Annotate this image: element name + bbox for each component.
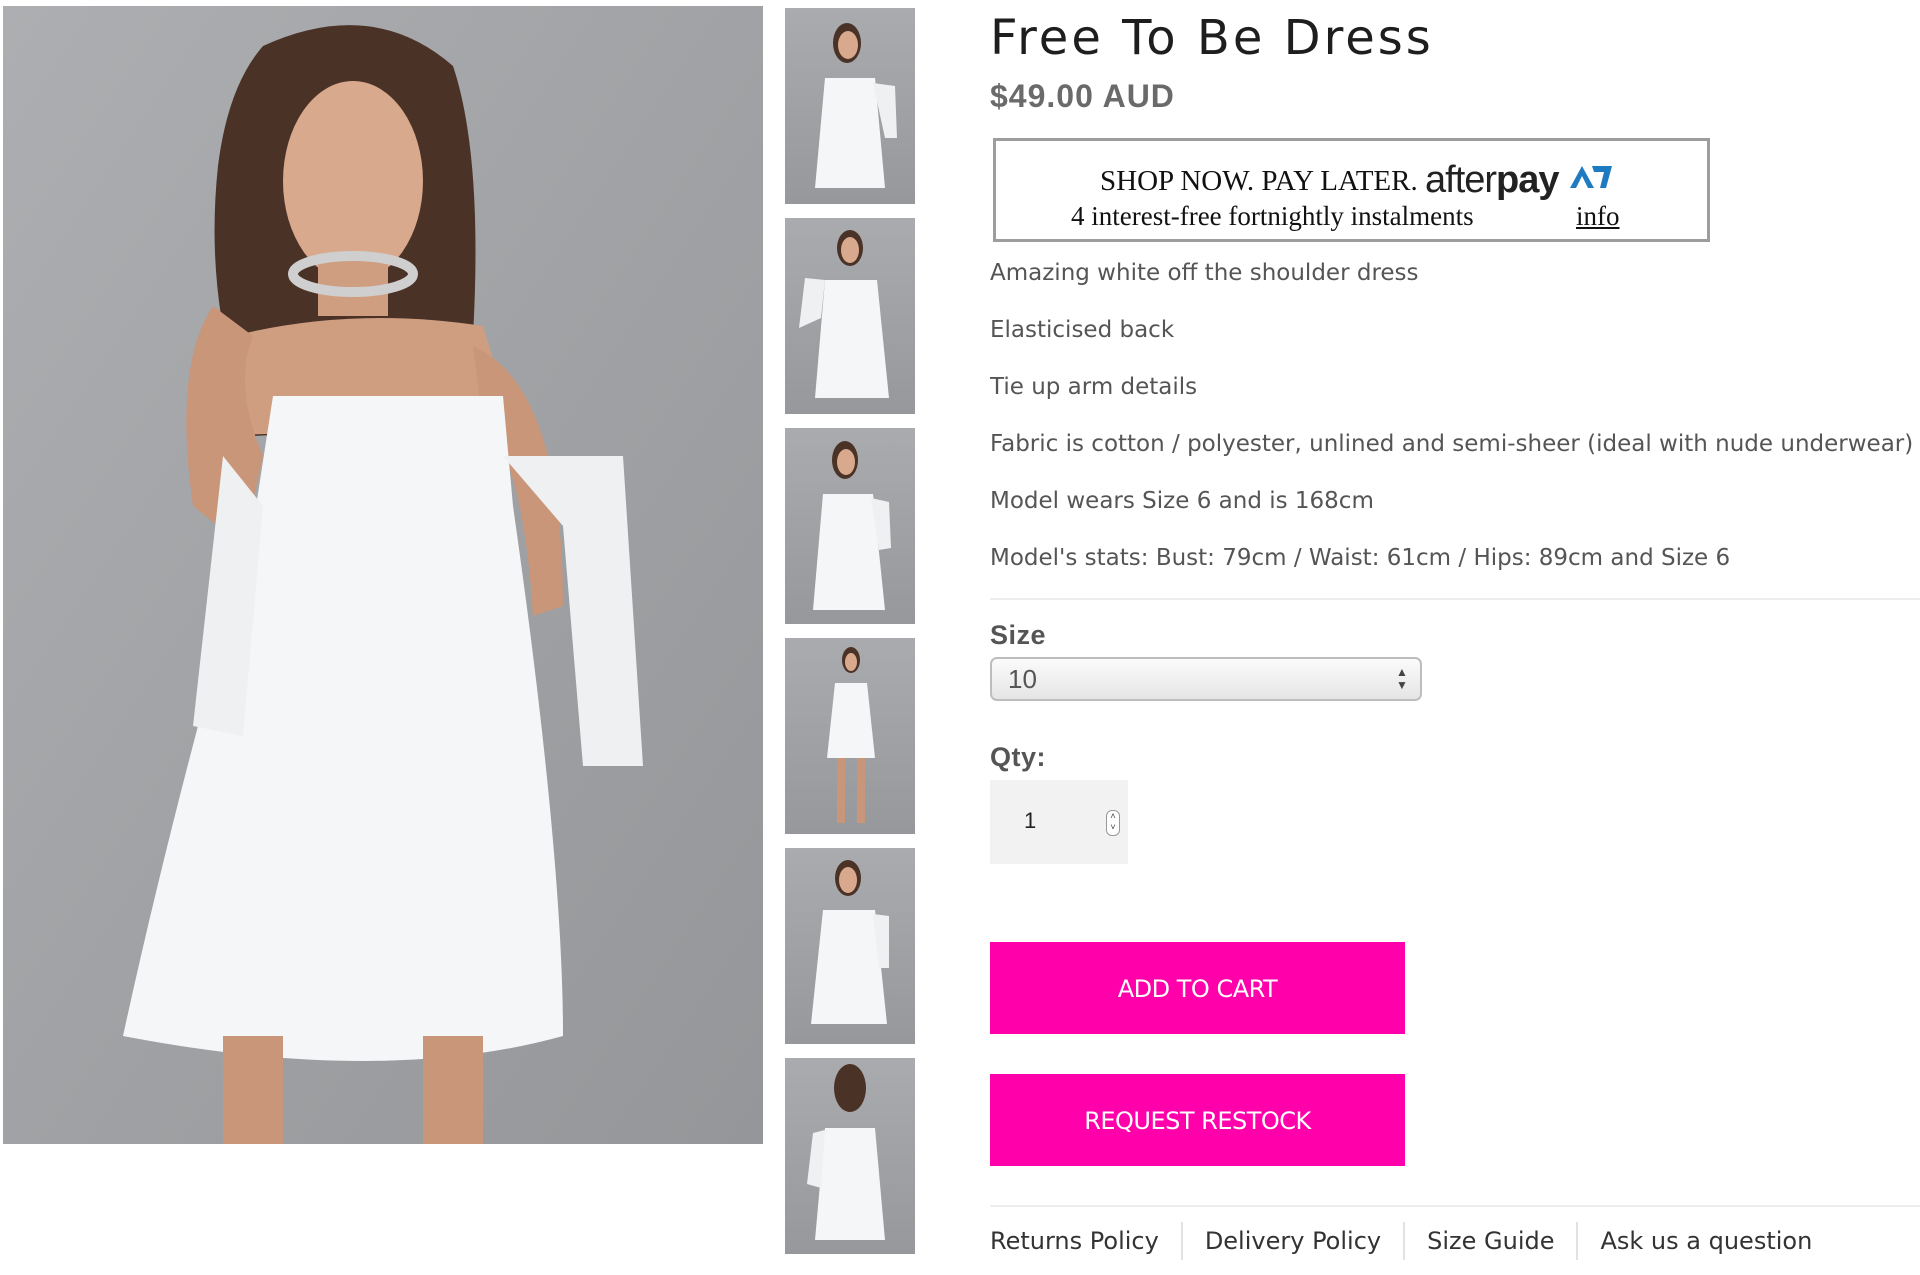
size-label: Size bbox=[990, 620, 1047, 650]
thumbnail-image bbox=[807, 1064, 885, 1240]
thumbnail-image bbox=[827, 647, 875, 823]
afterpay-mark-icon bbox=[1568, 162, 1614, 198]
afterpay-headline-row: SHOP NOW. PAY LATER. afterpay bbox=[1100, 157, 1614, 201]
thumbnail-image bbox=[811, 860, 889, 1024]
divider bbox=[990, 1205, 1920, 1207]
divider bbox=[990, 598, 1920, 600]
description-line: Amazing white off the shoulder dress bbox=[990, 260, 1419, 286]
request-restock-button[interactable]: REQUEST RESTOCK bbox=[990, 1074, 1405, 1166]
description-line: Fabric is cotton / polyester, unlined an… bbox=[990, 431, 1914, 457]
ask-question-link[interactable]: Ask us a question bbox=[1576, 1222, 1834, 1260]
qty-value: 1 bbox=[1024, 808, 1037, 833]
size-select[interactable]: 10 ▲ ▼ bbox=[990, 657, 1422, 701]
main-product-image[interactable] bbox=[3, 6, 763, 1144]
description-line: Model wears Size 6 and is 168cm bbox=[990, 488, 1374, 514]
add-to-cart-button[interactable]: ADD TO CART bbox=[990, 942, 1405, 1034]
thumbnail-3[interactable] bbox=[785, 428, 915, 624]
afterpay-logo: afterpay bbox=[1425, 159, 1560, 201]
model-illustration bbox=[3, 6, 763, 1144]
delivery-policy-link[interactable]: Delivery Policy bbox=[1180, 1222, 1403, 1260]
afterpay-info-link[interactable]: info bbox=[1576, 201, 1620, 232]
thumbnail-image bbox=[799, 230, 889, 398]
afterpay-banner: SHOP NOW. PAY LATER. afterpay 4 interest… bbox=[993, 138, 1710, 242]
thumbnail-image bbox=[815, 23, 897, 188]
description-line: Tie up arm details bbox=[990, 374, 1198, 400]
product-title: Free To Be Dress bbox=[990, 10, 1434, 66]
qty-label: Qty: bbox=[990, 742, 1046, 772]
thumbnail-1[interactable] bbox=[785, 8, 915, 204]
product-description: Amazing white off the shoulder dress Ela… bbox=[990, 258, 1913, 600]
returns-policy-link[interactable]: Returns Policy bbox=[990, 1222, 1181, 1260]
thumbnail-image bbox=[813, 441, 891, 610]
size-guide-link[interactable]: Size Guide bbox=[1403, 1222, 1576, 1260]
qty-stepper-icon[interactable]: ˄ ˅ bbox=[1106, 810, 1120, 836]
thumbnail-6[interactable] bbox=[785, 1058, 915, 1254]
thumbnail-gallery bbox=[785, 8, 915, 1268]
policy-links: Returns Policy Delivery Policy Size Guid… bbox=[990, 1222, 1834, 1260]
product-price: $49.00 AUD bbox=[990, 78, 1175, 114]
description-line: Elasticised back bbox=[990, 317, 1175, 343]
afterpay-subline: 4 interest-free fortnightly instalments bbox=[1071, 201, 1474, 231]
afterpay-logo-light: after bbox=[1425, 159, 1497, 201]
afterpay-headline: SHOP NOW. PAY LATER. bbox=[1100, 165, 1418, 197]
qty-input[interactable]: 1 ˄ ˅ bbox=[990, 780, 1128, 864]
select-arrows-icon: ▲ ▼ bbox=[1396, 665, 1408, 692]
thumbnail-4[interactable] bbox=[785, 638, 915, 834]
description-line: Model's stats: Bust: 79cm / Waist: 61cm … bbox=[990, 545, 1731, 571]
size-selected-value: 10 bbox=[1008, 664, 1037, 694]
thumbnail-5[interactable] bbox=[785, 848, 915, 1044]
thumbnail-2[interactable] bbox=[785, 218, 915, 414]
afterpay-logo-bold: pay bbox=[1496, 159, 1559, 201]
